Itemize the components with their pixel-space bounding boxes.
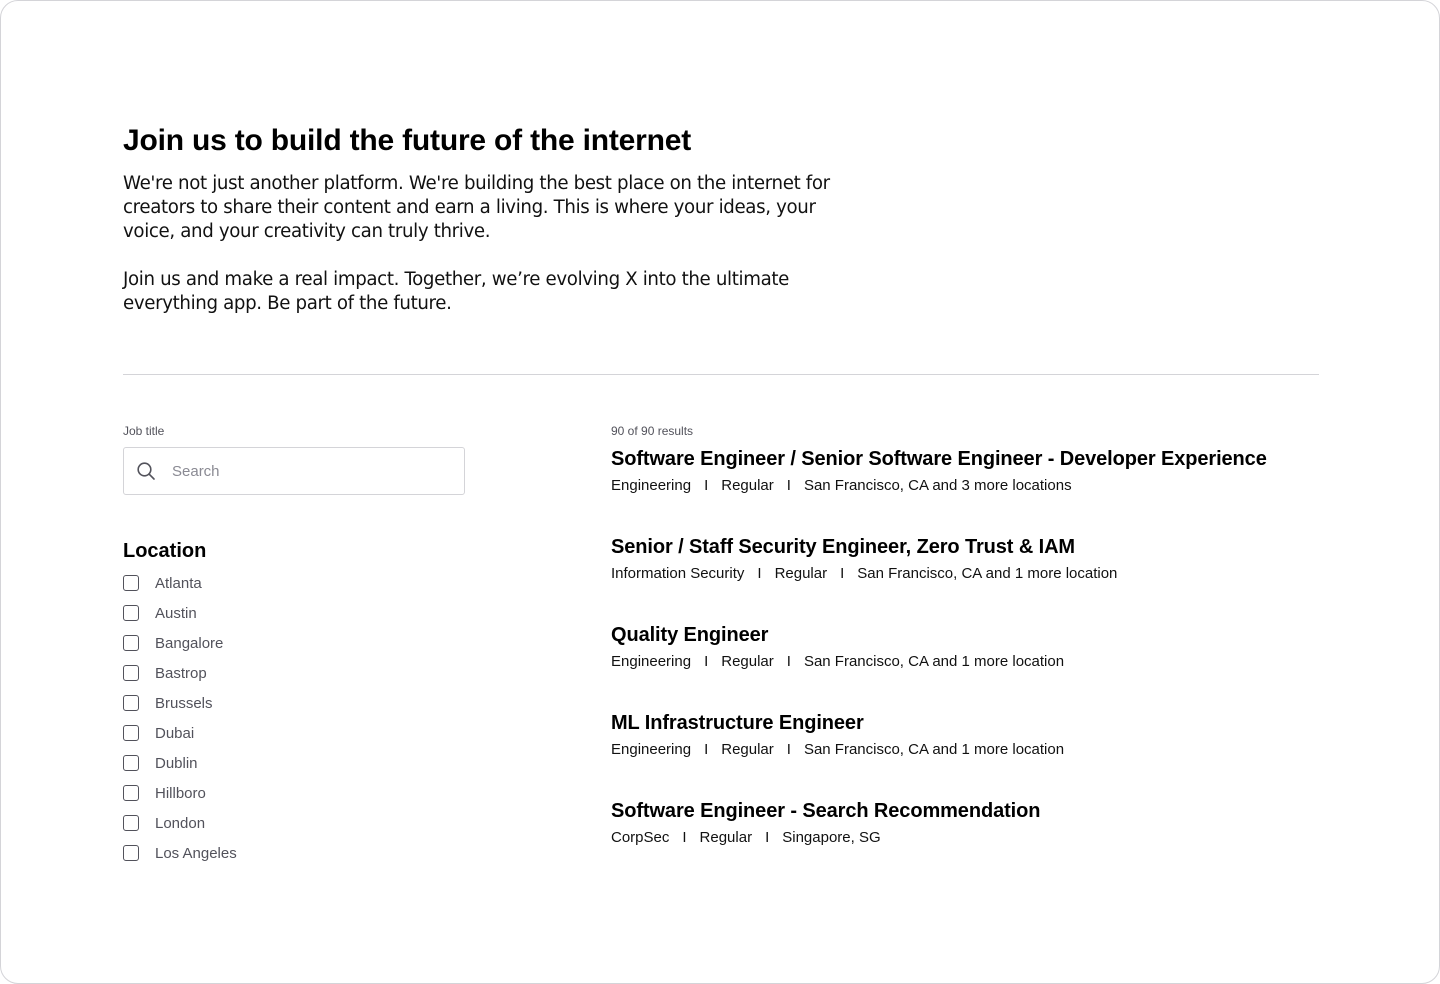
job-location: San Francisco, CA and 1 more location [803,653,1065,670]
page-title: Join us to build the future of the inter… [123,124,692,157]
job-title-label: Job title [123,424,165,438]
search-icon [136,461,156,481]
job-listing: ML Infrastructure Engineer Engineering I Re… [611,711,1064,759]
job-location: San Francisco, CA and 1 more location [803,741,1065,758]
job-title-search-input[interactable] [172,462,464,480]
hero-paragraph-1: We're not just another platform. We're b… [123,173,830,242]
job-type: Regular [699,829,753,846]
location-list: Atlanta Austin Bangalore Bastrop Brussels Dub… [123,568,465,868]
location-label: Atlanta [155,574,202,592]
location-label: Brussels [155,694,213,712]
job-title-link[interactable]: Senior / Staff Security Engineer, Zero T… [611,535,1117,559]
page-frame: Join us to build the future of the inter… [0,0,1440,984]
meta-separator: I [786,653,791,670]
meta-separator: I [840,565,845,582]
job-team: CorpSec [611,829,670,846]
job-title-link[interactable]: Software Engineer / Senior Software Engi… [611,447,1267,471]
job-listing: Software Engineer - Search Recommendatio… [611,799,1040,847]
location-checkbox[interactable] [123,695,139,711]
job-meta: Information Security I Regular I San Francis… [611,565,1117,583]
job-meta: Engineering I Regular I San Francisco, CA an… [611,741,1064,759]
meta-separator: I [765,829,770,846]
location-label: Bastrop [155,664,207,682]
job-title-link[interactable]: Software Engineer - Search Recommendatio… [611,799,1040,823]
location-label: Dublin [155,754,198,772]
location-label: Hillboro [155,784,206,802]
filters-sidebar: Job title Location Atlanta Austin Bangalor… [123,423,465,868]
job-title-link[interactable]: Quality Engineer [611,623,1064,647]
location-checkbox[interactable] [123,755,139,771]
job-location: Singapore, SG [782,829,881,846]
location-option[interactable]: Atlanta [123,568,465,598]
location-checkbox[interactable] [123,665,139,681]
location-checkbox[interactable] [123,635,139,651]
location-option[interactable]: Bastrop [123,658,465,688]
location-label: Austin [155,604,197,622]
meta-separator: I [757,565,762,582]
hero-section: Join us to build the future of the inter… [123,123,843,316]
location-option[interactable]: Dublin [123,748,465,778]
location-checkbox[interactable] [123,815,139,831]
job-type: Regular [721,653,774,670]
job-team: Engineering [611,741,692,758]
location-option[interactable]: Bangalore [123,628,465,658]
job-listing: Software Engineer / Senior Software Engi… [611,447,1267,495]
job-location: San Francisco, CA and 3 more locations [803,477,1072,494]
job-meta: CorpSec I Regular I Singapore, SG [611,829,1040,847]
job-type: Regular [721,741,774,758]
location-option[interactable]: Brussels [123,688,465,718]
job-team: Engineering [611,477,692,494]
meta-separator: I [786,477,791,494]
section-divider [123,374,1319,375]
job-meta: Engineering I Regular I San Francisco, CA an… [611,653,1064,671]
location-option[interactable]: Los Angeles [123,838,465,868]
job-title-link[interactable]: ML Infrastructure Engineer [611,711,1064,735]
location-option[interactable]: Hillboro [123,778,465,808]
job-listing: Senior / Staff Security Engineer, Zero T… [611,535,1117,583]
meta-separator: I [704,477,709,494]
location-label: Bangalore [155,634,224,652]
job-title-search-box[interactable] [123,447,465,495]
job-listing: Quality Engineer Engineering I Regular I San … [611,623,1064,671]
location-label: Dubai [155,724,195,742]
location-option[interactable]: Dubai [123,718,465,748]
results-count: 90 of 90 results [611,424,694,438]
location-label: London [155,814,206,832]
results-panel: 90 of 90 results Software Engineer / Sen… [611,423,1331,846]
location-option[interactable]: Austin [123,598,465,628]
location-label: Los Angeles [155,844,237,862]
job-location: San Francisco, CA and 1 more location [857,565,1118,582]
meta-separator: I [704,653,709,670]
meta-separator: I [786,741,791,758]
location-heading: Location [123,540,207,562]
location-option[interactable]: London [123,808,465,838]
meta-separator: I [682,829,687,846]
location-checkbox[interactable] [123,605,139,621]
location-checkbox[interactable] [123,785,139,801]
location-checkbox[interactable] [123,575,139,591]
job-team: Information Security [611,565,745,582]
job-type: Regular [774,565,828,582]
hero-paragraph-2: Join us and make a real impact. Together… [123,269,789,314]
job-team: Engineering [611,653,692,670]
location-checkbox[interactable] [123,725,139,741]
location-checkbox[interactable] [123,845,139,861]
job-type: Regular [721,477,774,494]
meta-separator: I [704,741,709,758]
job-meta: Engineering I Regular I San Francisco, CA an… [611,477,1267,495]
